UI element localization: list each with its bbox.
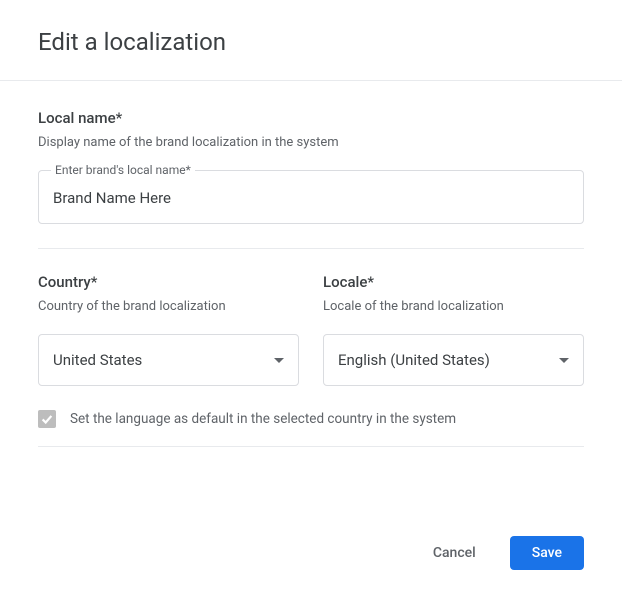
cancel-button[interactable]: Cancel [411,536,498,570]
chevron-down-icon [559,358,569,363]
country-label: Country* [38,273,299,291]
local-name-floating-label: Enter brand's local name* [51,163,195,177]
save-button[interactable]: Save [510,536,584,570]
country-section: Country* Country of the brand localizati… [38,273,299,386]
edit-localization-dialog: Edit a localization Local name* Display … [0,0,622,606]
chevron-down-icon [274,358,284,363]
default-language-label: Set the language as default in the selec… [70,411,456,427]
divider [38,446,584,447]
default-language-checkbox[interactable] [38,410,56,428]
locale-select[interactable]: English (United States) [323,334,584,386]
locale-section: Locale* Locale of the brand localization… [323,273,584,386]
divider [38,248,584,249]
dialog-footer: Cancel Save [0,536,622,606]
local-name-section: Local name* Display name of the brand lo… [38,109,584,224]
dialog-header: Edit a localization [0,0,622,81]
local-name-input[interactable] [39,171,583,223]
dialog-title: Edit a localization [38,28,584,56]
country-locale-row: Country* Country of the brand localizati… [38,273,584,386]
country-select-value: United States [53,351,274,369]
locale-label: Locale* [323,273,584,291]
locale-hint: Locale of the brand localization [323,299,584,314]
country-hint: Country of the brand localization [38,299,299,314]
check-icon [40,412,54,426]
local-name-hint: Display name of the brand localization i… [38,135,584,150]
local-name-label: Local name* [38,109,584,127]
local-name-field-wrapper: Enter brand's local name* [38,170,584,224]
locale-select-value: English (United States) [338,351,559,369]
default-language-row: Set the language as default in the selec… [38,410,584,428]
country-select[interactable]: United States [38,334,299,386]
dialog-body: Local name* Display name of the brand lo… [0,81,622,536]
